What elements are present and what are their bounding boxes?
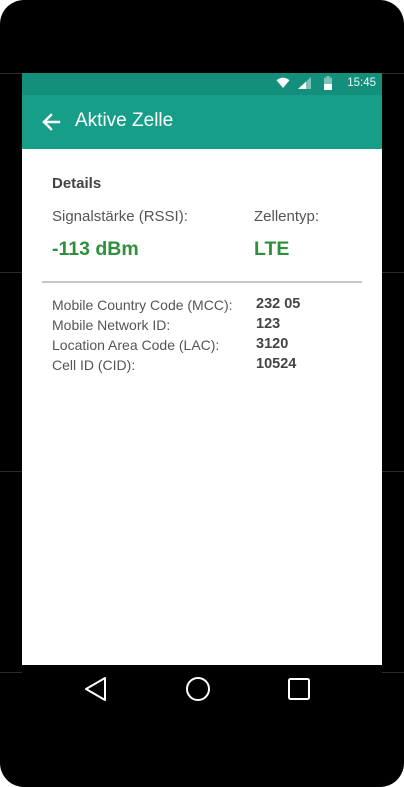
lac-label: Location Area Code (LAC): bbox=[52, 337, 220, 353]
app-bar: Aktive Zelle bbox=[22, 95, 382, 149]
network-id-row: Mobile Network ID: 123 bbox=[52, 315, 362, 335]
phone-frame: 15:45 Aktive Zelle Details Signalstärke … bbox=[0, 0, 404, 787]
frame-line bbox=[0, 272, 22, 273]
frame-line bbox=[0, 672, 22, 673]
cell-signal-icon bbox=[298, 77, 311, 89]
cell-type-label: Zellentyp: bbox=[254, 208, 320, 225]
frame-line bbox=[382, 73, 404, 74]
network-id-label: Mobile Network ID: bbox=[52, 317, 171, 333]
frame-line bbox=[382, 672, 404, 673]
status-time: 15:45 bbox=[347, 77, 376, 89]
frame-line bbox=[0, 471, 22, 472]
recents-square-icon[interactable] bbox=[283, 673, 315, 705]
frame-line bbox=[382, 272, 404, 273]
network-id-value: 123 bbox=[256, 316, 281, 332]
signal-strength-value: -113 dBm bbox=[52, 238, 139, 260]
back-triangle-icon[interactable] bbox=[80, 673, 112, 705]
page-title: Aktive Zelle bbox=[75, 110, 174, 131]
lac-value: 3120 bbox=[256, 336, 289, 352]
cell-type-value: LTE bbox=[254, 238, 290, 260]
signal-strength-label: Signalstärke (RSSI): bbox=[52, 208, 188, 225]
arrow-left-icon[interactable] bbox=[40, 111, 62, 133]
home-circle-icon[interactable] bbox=[182, 673, 214, 705]
mcc-label: Mobile Country Code (MCC): bbox=[52, 297, 233, 313]
status-bar: 15:45 bbox=[22, 73, 382, 95]
lac-row: Location Area Code (LAC): 3120 bbox=[52, 335, 362, 355]
frame-line bbox=[382, 471, 404, 472]
mcc-row: Mobile Country Code (MCC): 232 05 bbox=[52, 295, 362, 315]
cid-label: Cell ID (CID): bbox=[52, 357, 136, 373]
divider bbox=[42, 281, 362, 283]
frame-line bbox=[0, 73, 22, 74]
battery-icon bbox=[324, 76, 332, 90]
cell-details-list: Mobile Country Code (MCC): 232 05 Mobile… bbox=[52, 295, 362, 375]
navigation-bar bbox=[22, 665, 382, 713]
screen: 15:45 Aktive Zelle Details Signalstärke … bbox=[22, 73, 382, 665]
mcc-value: 232 05 bbox=[256, 296, 301, 312]
cid-row: Cell ID (CID): 10524 bbox=[52, 355, 362, 375]
wifi-icon bbox=[276, 77, 290, 88]
section-title: Details bbox=[52, 175, 102, 192]
cid-value: 10524 bbox=[256, 356, 297, 372]
